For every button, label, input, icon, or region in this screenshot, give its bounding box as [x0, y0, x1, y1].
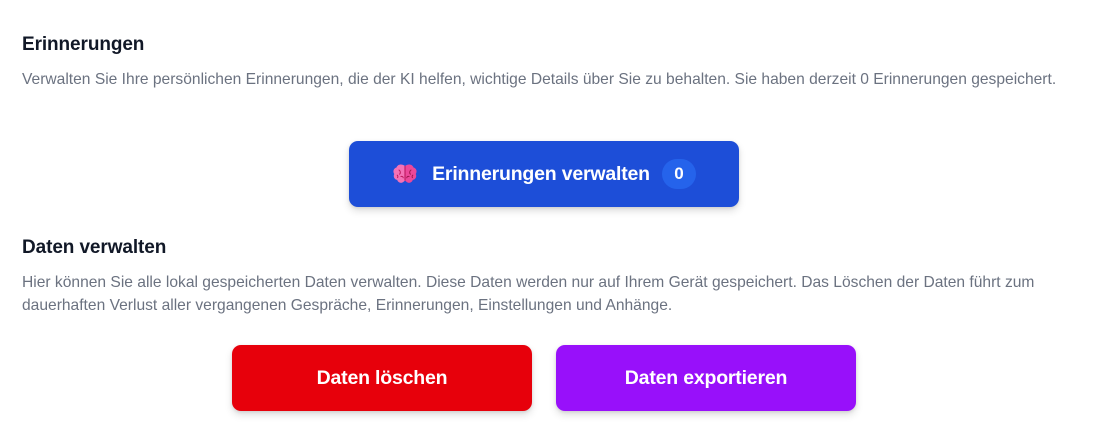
memories-section: Erinnerungen Verwalten Sie Ihre persönli… — [22, 32, 1082, 91]
data-management-title: Daten verwalten — [22, 237, 167, 258]
memories-title: Erinnerungen — [22, 34, 145, 55]
delete-data-button[interactable]: Daten löschen — [232, 345, 532, 411]
memory-count-badge: 0 — [661, 159, 696, 189]
settings-panel: Erinnerungen Verwalten Sie Ihre persönli… — [0, 0, 1103, 444]
export-data-button[interactable]: Daten exportieren — [556, 345, 856, 411]
manage-memories-label: Erinnerungen verwalten — [432, 162, 650, 185]
data-management-section: Daten verwalten Hier können Sie alle lok… — [22, 235, 1082, 317]
manage-memories-button[interactable]: Erinnerungen verwalten 0 — [349, 141, 739, 207]
brain-icon — [392, 163, 418, 185]
data-management-description: Hier können Sie alle lokal gespeicherten… — [22, 274, 1035, 314]
memories-description: Verwalten Sie Ihre persönlichen Erinneru… — [22, 71, 1057, 88]
